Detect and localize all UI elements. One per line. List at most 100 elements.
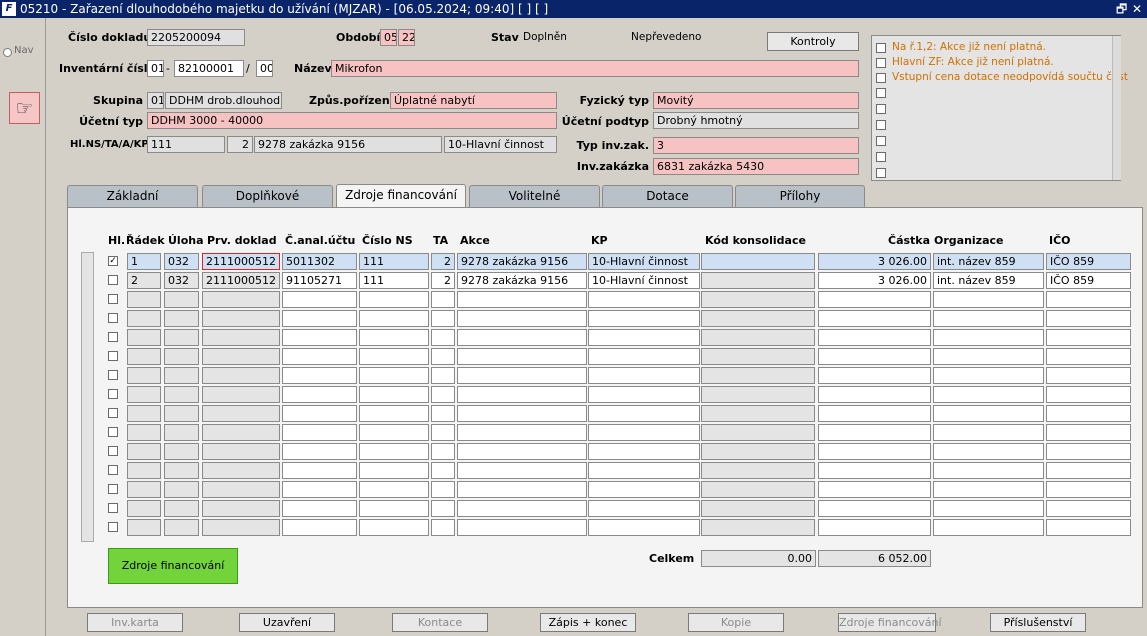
message-checkbox[interactable] (876, 73, 886, 83)
tab-prilohy[interactable]: Přílohy (735, 185, 865, 207)
cell-ta[interactable] (431, 367, 455, 384)
cell-ico[interactable] (1046, 424, 1131, 441)
cell-ico[interactable] (1046, 348, 1131, 365)
cell-akce[interactable] (457, 500, 587, 517)
cell-ico[interactable]: IČO 859 (1046, 272, 1131, 289)
cell-radek[interactable]: 1 (127, 253, 161, 270)
cell-kp[interactable] (588, 462, 700, 479)
cell-akce[interactable] (457, 291, 587, 308)
cell-akce[interactable] (457, 424, 587, 441)
cell-prv[interactable] (202, 348, 280, 365)
cell-akce[interactable] (457, 462, 587, 479)
cell-org[interactable]: int. název 859 (933, 272, 1044, 289)
cell-prv[interactable]: 2111000512 (202, 272, 280, 289)
cell-kod[interactable] (701, 348, 815, 365)
cell-akce[interactable]: 9278 zakázka 9156 (457, 272, 587, 289)
cell-castka[interactable] (818, 481, 931, 498)
cell-org[interactable] (933, 481, 1044, 498)
hl-checkbox[interactable] (108, 408, 118, 418)
cell-uloha[interactable] (164, 443, 199, 460)
cell-cislons[interactable] (359, 405, 429, 422)
cell-radek[interactable] (127, 367, 161, 384)
cell-uloha[interactable] (164, 424, 199, 441)
akce-field[interactable]: 9278 zakázka 9156 (254, 136, 442, 153)
cell-ta[interactable] (431, 424, 455, 441)
cell-ico[interactable] (1046, 291, 1131, 308)
cell-org[interactable] (933, 310, 1044, 327)
cell-org[interactable] (933, 386, 1044, 403)
cell-canal[interactable] (282, 481, 357, 498)
tab-zakladni[interactable]: Základní (67, 185, 198, 207)
cell-kod[interactable] (701, 272, 815, 289)
cell-prv[interactable] (202, 500, 280, 517)
cell-castka[interactable] (818, 367, 931, 384)
cell-kp[interactable]: 10-Hlavní činnost (588, 272, 700, 289)
cell-cislons[interactable] (359, 519, 429, 536)
cell-uloha[interactable] (164, 481, 199, 498)
cell-kp[interactable] (588, 405, 700, 422)
cell-canal[interactable] (282, 462, 357, 479)
cell-prv[interactable] (202, 291, 280, 308)
cell-kod[interactable] (701, 443, 815, 460)
tab-zdroje-financovani[interactable]: Zdroje financování (336, 184, 466, 208)
cell-castka[interactable] (818, 329, 931, 346)
cell-radek[interactable] (127, 405, 161, 422)
hl-checkbox[interactable] (108, 484, 118, 494)
tab-volitelne[interactable]: Volitelné (469, 185, 600, 207)
cell-canal[interactable] (282, 386, 357, 403)
cell-uloha[interactable]: 032 (164, 253, 199, 270)
cell-uloha[interactable] (164, 462, 199, 479)
cell-prv[interactable] (202, 329, 280, 346)
skupina-field[interactable]: DDHM drob.dlouhod.hm (165, 92, 282, 109)
cell-cislons[interactable] (359, 462, 429, 479)
cell-canal[interactable] (282, 329, 357, 346)
cell-org[interactable] (933, 329, 1044, 346)
cell-ico[interactable] (1046, 481, 1131, 498)
table-scrollbar[interactable] (81, 252, 94, 542)
bottom-button-3[interactable]: Zápis + konec (540, 613, 636, 632)
cell-ta[interactable] (431, 519, 455, 536)
cell-kp[interactable] (588, 386, 700, 403)
cell-kp[interactable] (588, 519, 700, 536)
cell-radek[interactable] (127, 386, 161, 403)
cell-kod[interactable] (701, 405, 815, 422)
cell-uloha[interactable] (164, 500, 199, 517)
cell-kp[interactable] (588, 329, 700, 346)
message-checkbox[interactable] (876, 104, 886, 114)
cell-ta[interactable]: 2 (431, 253, 455, 270)
cell-org[interactable] (933, 405, 1044, 422)
kp-field[interactable]: 10-Hlavní činnost (444, 136, 557, 153)
cell-castka[interactable] (818, 443, 931, 460)
cell-castka[interactable] (818, 424, 931, 441)
hl-checkbox[interactable] (108, 370, 118, 380)
bottom-button-4[interactable]: Kopie (688, 613, 784, 632)
cell-ta[interactable]: 2 (431, 272, 455, 289)
message-checkbox[interactable] (876, 58, 886, 68)
ucetni-podtyp-field[interactable]: Drobný hmotný (653, 112, 859, 129)
cell-ico[interactable] (1046, 329, 1131, 346)
inv-zakazka-field[interactable]: 6831 zakázka 5430 (653, 158, 859, 175)
cell-cislons[interactable] (359, 443, 429, 460)
cell-castka[interactable] (818, 405, 931, 422)
cell-kp[interactable] (588, 291, 700, 308)
cell-org[interactable] (933, 367, 1044, 384)
cell-kod[interactable] (701, 424, 815, 441)
cell-akce[interactable] (457, 443, 587, 460)
cell-canal[interactable] (282, 348, 357, 365)
cell-canal[interactable]: 91105271 (282, 272, 357, 289)
cell-ico[interactable] (1046, 310, 1131, 327)
cell-akce[interactable]: 9278 zakázka 9156 (457, 253, 587, 270)
cell-canal[interactable] (282, 443, 357, 460)
cell-ta[interactable] (431, 348, 455, 365)
cell-ta[interactable] (431, 386, 455, 403)
cell-kp[interactable] (588, 443, 700, 460)
cell-ta[interactable] (431, 500, 455, 517)
cell-ico[interactable] (1046, 443, 1131, 460)
cell-cislons[interactable] (359, 424, 429, 441)
cell-akce[interactable] (457, 405, 587, 422)
cell-uloha[interactable] (164, 291, 199, 308)
inv-cislo-part1[interactable]: 01 (147, 60, 164, 77)
hl-checkbox[interactable] (108, 313, 118, 323)
ta-field[interactable]: 2 (227, 136, 253, 153)
cell-uloha[interactable]: 032 (164, 272, 199, 289)
